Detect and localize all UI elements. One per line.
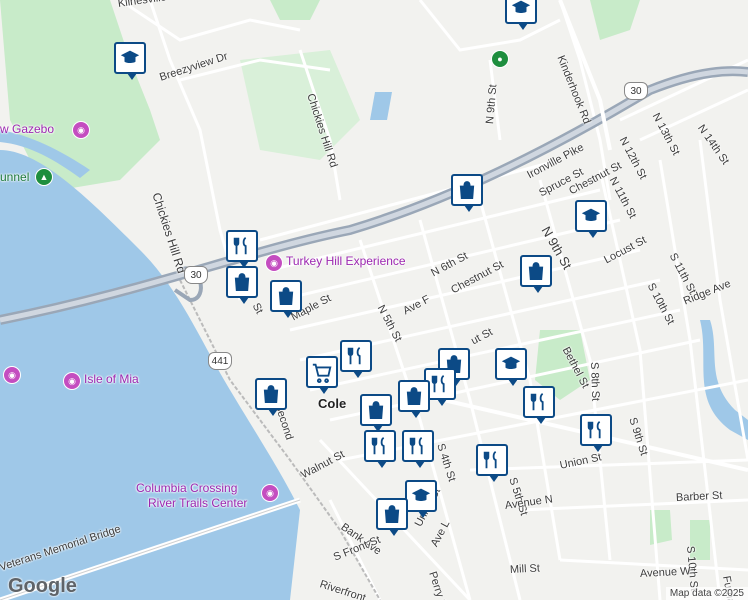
poi-label[interactable]: Columbia Crossing [136,481,237,495]
shopping-marker[interactable] [520,255,552,293]
city-label: Cole [318,396,347,411]
school-icon [501,356,521,370]
poi-label[interactable]: unnel [0,170,29,184]
shopping-bag-icon [234,273,250,291]
shopping-bag-icon [278,287,294,305]
fork-knife-icon [409,436,423,455]
park-icon[interactable]: ● [491,50,509,68]
camera-icon[interactable]: ◉ [72,121,90,139]
map-attribution[interactable]: Map data ©2025 [665,587,748,600]
shopping-marker[interactable] [360,394,392,432]
fork-knife-icon [483,450,497,469]
tree-icon[interactable]: ▲ [35,168,53,186]
school-marker[interactable] [505,0,537,30]
restaurant-marker[interactable] [476,444,508,482]
camera-icon[interactable]: ◉ [265,254,283,272]
route-30-shield: 30 [624,82,648,100]
shopping-marker[interactable] [451,174,483,212]
school-marker[interactable] [495,348,527,386]
fork-knife-icon [347,346,361,365]
street-label: S 8th St [588,361,602,402]
street-label: Barber St [675,489,723,504]
shopping-marker[interactable] [226,266,258,304]
school-icon [581,208,601,222]
cart-icon [312,363,332,383]
school-marker[interactable] [575,200,607,238]
poi-label[interactable]: w Gazebo [0,122,54,136]
restaurant-marker[interactable] [364,430,396,468]
shopping-marker[interactable] [398,380,430,418]
fork-knife-icon [233,236,247,255]
fork-knife-icon [431,374,445,393]
google-logo[interactable]: Google [8,575,77,598]
street-label: Mill St [509,562,541,576]
camera-icon[interactable]: ◉ [63,372,81,390]
school-marker[interactable] [405,480,437,518]
restaurant-marker[interactable] [523,386,555,424]
shopping-bag-icon [406,387,422,405]
route-441-shield: 441 [208,352,232,370]
restaurant-marker[interactable] [402,430,434,468]
shopping-bag-icon [459,181,475,199]
school-icon [120,50,140,64]
shopping-marker[interactable] [376,498,408,536]
restaurant-marker[interactable] [226,230,258,268]
shopping-bag-icon [368,401,384,419]
map-canvas[interactable]: Klinesville Breezyview Dr Chickies Hill … [0,0,748,600]
school-icon [511,0,531,14]
poi-label[interactable]: River Trails Center [148,496,247,510]
fork-knife-icon [371,436,385,455]
poi-label[interactable]: Isle of Mia [84,372,139,386]
school-icon [411,488,431,502]
school-marker[interactable] [114,42,146,80]
fork-knife-icon [587,420,601,439]
shopping-marker[interactable] [255,378,287,416]
restaurant-marker[interactable] [340,340,372,378]
camera-icon[interactable]: ◉ [261,484,279,502]
shopping-bag-icon [528,262,544,280]
shopping-bag-icon [263,385,279,403]
camera-icon[interactable]: ◉ [3,366,21,384]
grocery-marker[interactable] [306,356,338,394]
restaurant-marker[interactable] [580,414,612,452]
shopping-marker[interactable] [270,280,302,318]
fork-knife-icon [530,392,544,411]
poi-label[interactable]: Turkey Hill Experience [286,254,406,268]
shopping-bag-icon [384,505,400,523]
route-30-shield: 30 [184,266,208,284]
